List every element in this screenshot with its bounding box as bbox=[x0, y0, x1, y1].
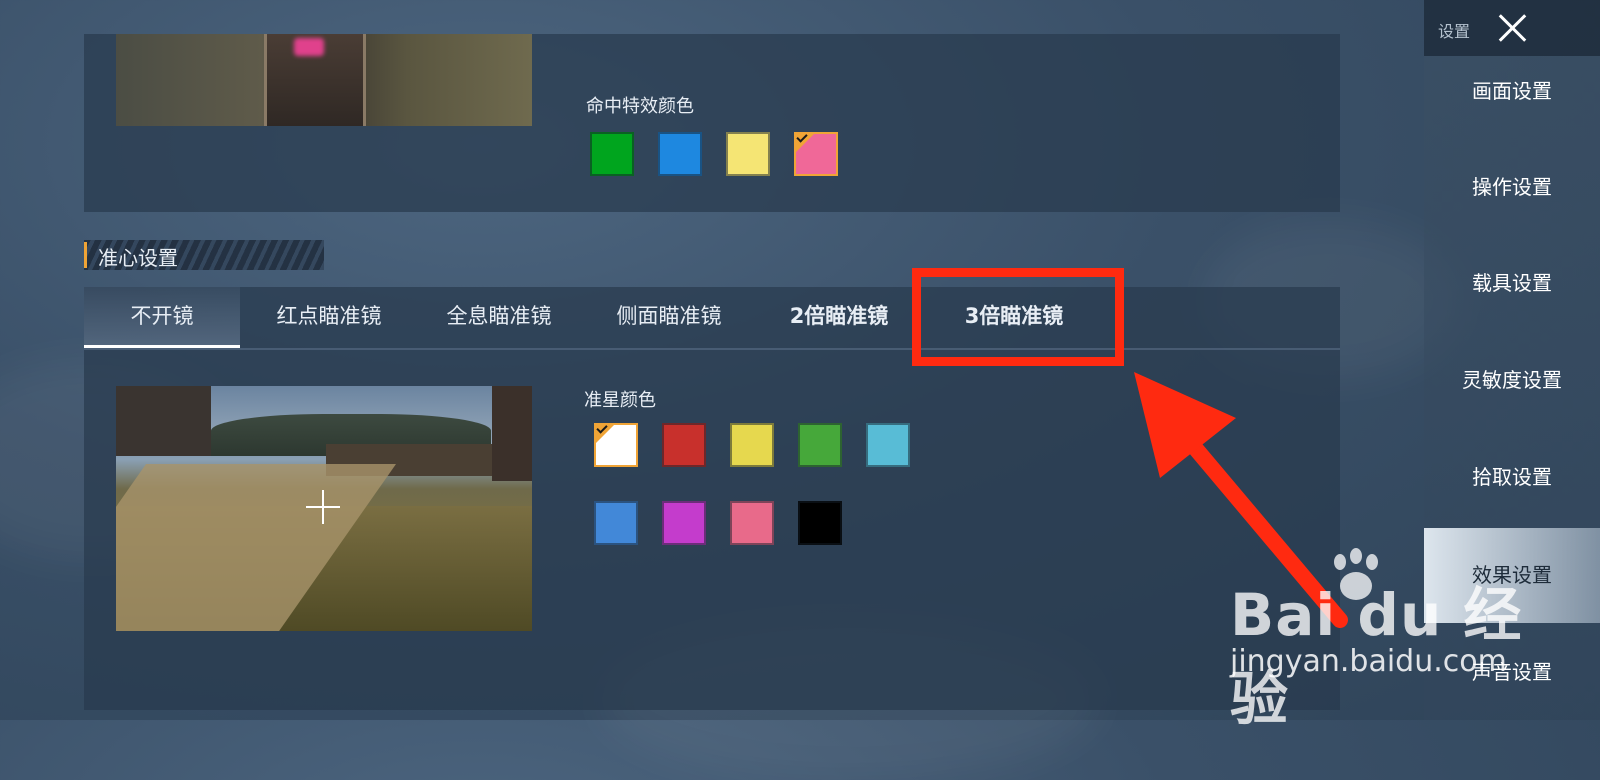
tab-2x-scope[interactable]: 2倍瞄准镜 bbox=[764, 287, 914, 348]
crosshair-color-label: 准星颜色 bbox=[584, 390, 656, 411]
settings-sidebar: 设置 画面设置 操作设置 载具设置 灵敏度设置 拾取设置 效果设置 声音设置 bbox=[1424, 0, 1600, 720]
sidebar-item-vehicle[interactable]: 载具设置 bbox=[1424, 236, 1600, 331]
crosshair-preview-image bbox=[116, 386, 532, 631]
tab-no-scope[interactable]: 不开镜 bbox=[84, 287, 240, 348]
crosshair-color-swatch[interactable] bbox=[866, 423, 910, 467]
hit-color-swatch[interactable] bbox=[726, 132, 770, 176]
crosshair-panel: 不开镜 红点瞄准镜 全息瞄准镜 侧面瞄准镜 2倍瞄准镜 3倍瞄准镜 准星颜色 bbox=[84, 287, 1340, 710]
sidebar-title: 设置 bbox=[1438, 22, 1471, 41]
scope-tabs: 不开镜 红点瞄准镜 全息瞄准镜 侧面瞄准镜 2倍瞄准镜 3倍瞄准镜 bbox=[84, 287, 1340, 350]
crosshair-section-title: 准心设置 bbox=[98, 246, 178, 270]
sidebar-item-sound[interactable]: 声音设置 bbox=[1424, 625, 1600, 720]
sidebar-item-sensitivity[interactable]: 灵敏度设置 bbox=[1424, 333, 1600, 428]
checkmark-icon bbox=[594, 423, 616, 445]
annotation-highlight-box bbox=[912, 268, 1124, 366]
crosshair-section-header: 准心设置 bbox=[84, 240, 324, 270]
crosshair-color-swatch[interactable] bbox=[594, 423, 638, 467]
hit-effect-color-label: 命中特效颜色 bbox=[586, 96, 694, 117]
close-icon[interactable] bbox=[1492, 8, 1532, 48]
tab-side-scope[interactable]: 侧面瞄准镜 bbox=[594, 287, 744, 348]
crosshair-color-swatch[interactable] bbox=[594, 501, 638, 545]
sidebar-item-controls[interactable]: 操作设置 bbox=[1424, 140, 1600, 235]
hit-color-swatch[interactable] bbox=[590, 132, 634, 176]
hit-effect-panel: 命中特效颜色 bbox=[84, 34, 1340, 212]
crosshair-color-swatch[interactable] bbox=[662, 423, 706, 467]
crosshair-color-swatch[interactable] bbox=[730, 501, 774, 545]
hit-color-swatch[interactable] bbox=[658, 132, 702, 176]
hit-effect-preview-image bbox=[116, 34, 532, 126]
sidebar-item-display[interactable]: 画面设置 bbox=[1424, 44, 1600, 139]
crosshair-color-swatch[interactable] bbox=[798, 423, 842, 467]
tab-holographic[interactable]: 全息瞄准镜 bbox=[424, 287, 574, 348]
crosshair-color-swatch[interactable] bbox=[662, 501, 706, 545]
sidebar-item-pickup[interactable]: 拾取设置 bbox=[1424, 430, 1600, 525]
crosshair-color-swatch[interactable] bbox=[730, 423, 774, 467]
sidebar-item-effects[interactable]: 效果设置 bbox=[1424, 528, 1600, 623]
hit-color-swatch[interactable] bbox=[794, 132, 838, 176]
tab-red-dot[interactable]: 红点瞄准镜 bbox=[254, 287, 404, 348]
checkmark-icon bbox=[794, 132, 816, 154]
crosshair-color-swatch[interactable] bbox=[798, 501, 842, 545]
